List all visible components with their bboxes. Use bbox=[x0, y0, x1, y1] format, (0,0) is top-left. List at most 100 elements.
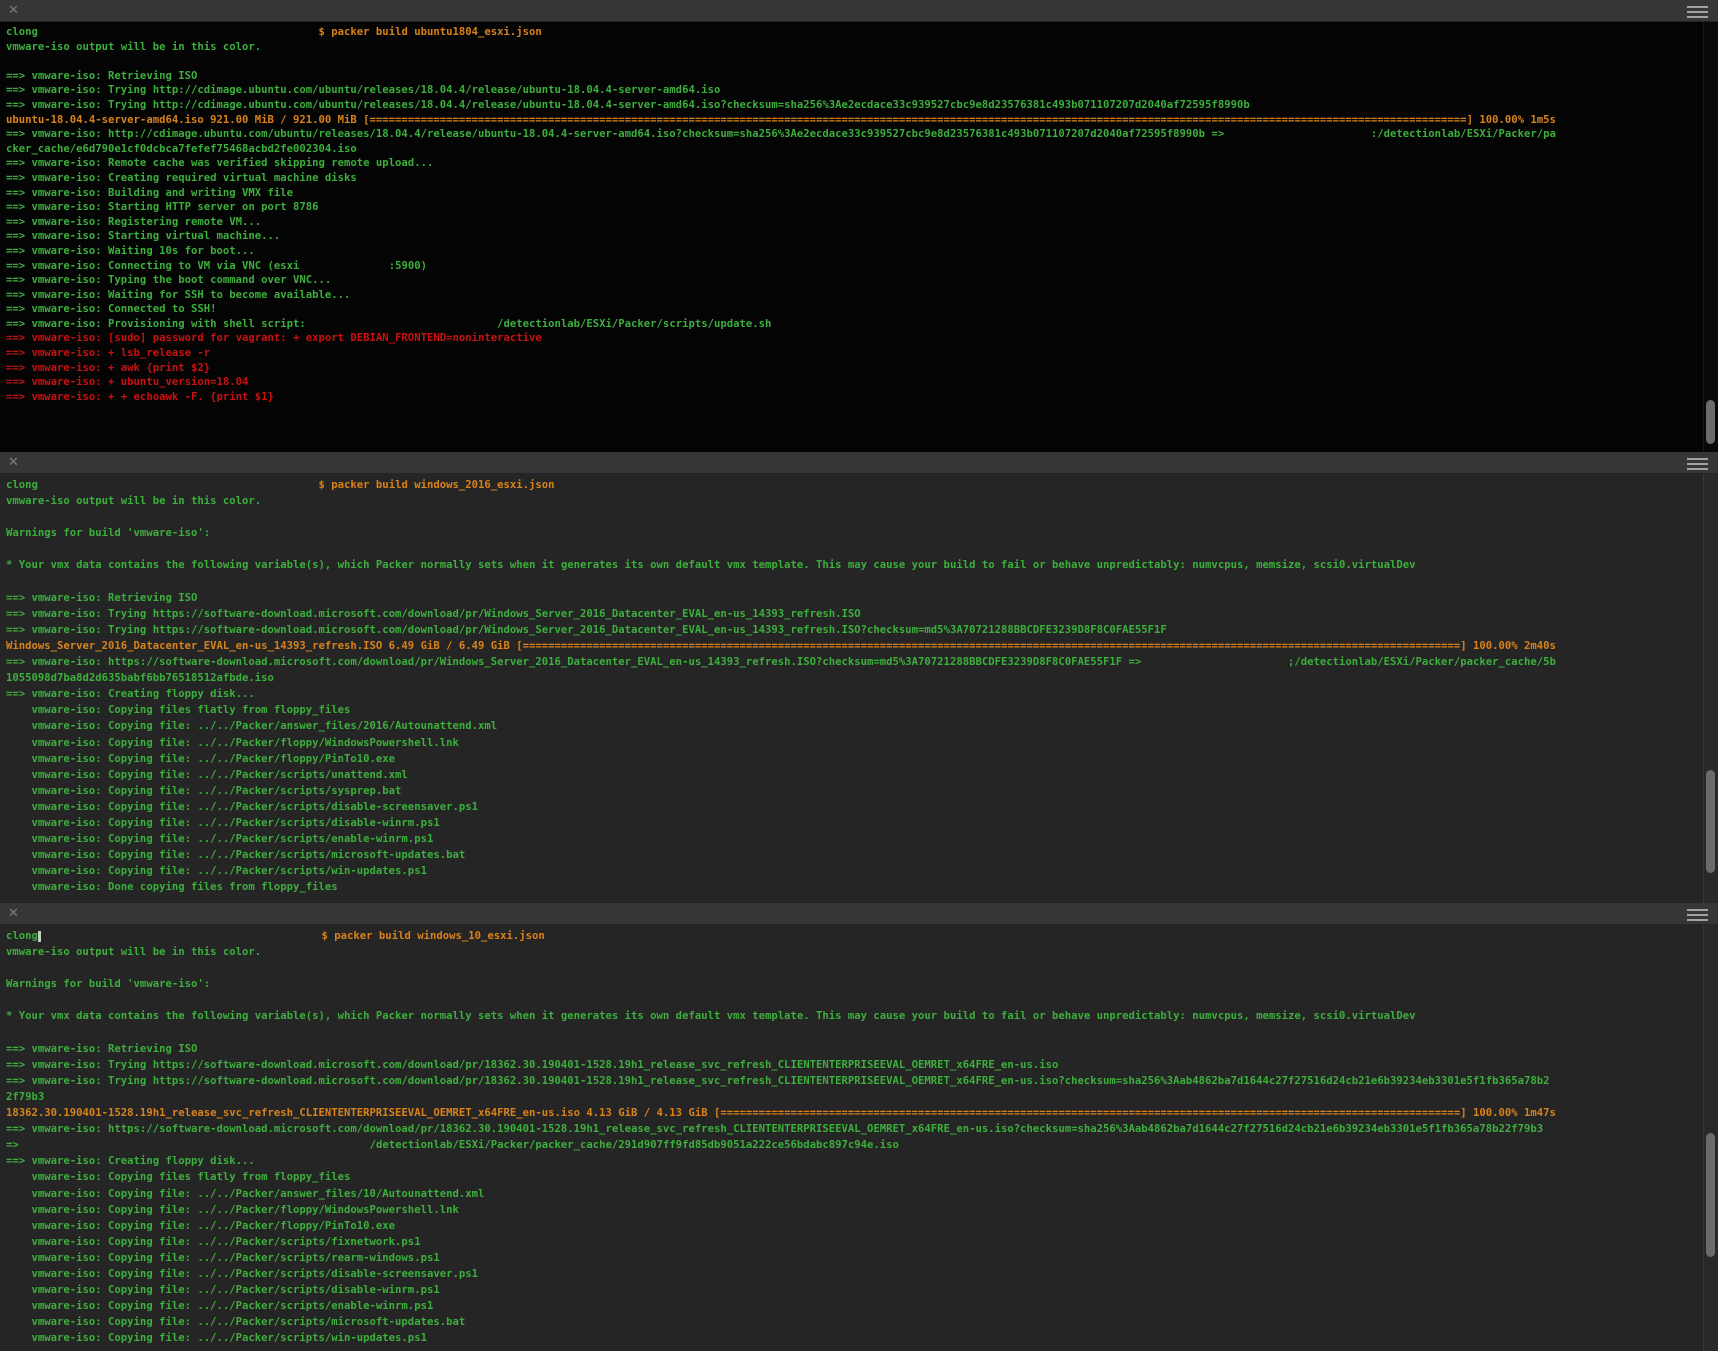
terminal-lines: clong $ packer build windows_10_esxi.jso… bbox=[6, 928, 1700, 1346]
menu-icon[interactable] bbox=[1687, 458, 1708, 470]
pane-titlebar: ✕ bbox=[0, 452, 1718, 474]
terminal-line: ==> vmware-iso: Provisioning with shell … bbox=[6, 317, 1700, 332]
terminal-line: ==> vmware-iso: Waiting for SSH to becom… bbox=[6, 288, 1700, 303]
terminal-line: vmware-iso: Done copying files from flop… bbox=[6, 879, 1700, 895]
terminal-line: ==> vmware-iso: Retrieving ISO bbox=[6, 590, 1700, 606]
terminal-line: vmware-iso: Copying file: ../../Packer/f… bbox=[6, 735, 1700, 751]
terminal-line: ==> vmware-iso: + lsb_release -r bbox=[6, 346, 1700, 361]
terminal-multiplexer: ✕ clong $ packer build ubuntu1804_esxi.j… bbox=[0, 0, 1718, 1351]
scrollbar bbox=[1703, 474, 1718, 903]
terminal-line: clong $ packer build windows_2016_esxi.j… bbox=[6, 477, 1700, 493]
scrollbar bbox=[1703, 22, 1718, 452]
terminal-output[interactable]: clong $ packer build windows_10_esxi.jso… bbox=[0, 925, 1718, 1351]
close-icon[interactable]: ✕ bbox=[8, 454, 19, 472]
terminal-line: ==> vmware-iso: Trying https://software-… bbox=[6, 606, 1700, 622]
terminal-line: vmware-iso: Copying files flatly from fl… bbox=[6, 702, 1700, 718]
terminal-line: Windows_Server_2016_Datacenter_EVAL_en-u… bbox=[6, 638, 1700, 654]
terminal-output[interactable]: clong $ packer build ubuntu1804_esxi.jso… bbox=[0, 22, 1718, 452]
terminal-line: ==> vmware-iso: Creating floppy disk... bbox=[6, 1153, 1700, 1169]
terminal-line: Warnings for build 'vmware-iso': bbox=[6, 976, 1700, 992]
terminal-line bbox=[6, 509, 1700, 525]
terminal-line: * Your vmx data contains the following v… bbox=[6, 557, 1700, 573]
terminal-line: ==> vmware-iso: Retrieving ISO bbox=[6, 69, 1700, 84]
terminal-line: vmware-iso: Copying file: ../../Packer/f… bbox=[6, 1218, 1700, 1234]
terminal-line: ==> vmware-iso: + ubuntu_version=18.04 bbox=[6, 375, 1700, 390]
terminal-line: ==> vmware-iso: Starting virtual machine… bbox=[6, 229, 1700, 244]
terminal-line: vmware-iso: Copying file: ../../Packer/s… bbox=[6, 767, 1700, 783]
terminal-output[interactable]: clong $ packer build windows_2016_esxi.j… bbox=[0, 474, 1718, 903]
terminal-line: vmware-iso: Copying file: ../../Packer/f… bbox=[6, 1202, 1700, 1218]
terminal-line: vmware-iso: Copying file: ../../Packer/a… bbox=[6, 718, 1700, 734]
terminal-lines: clong $ packer build ubuntu1804_esxi.jso… bbox=[6, 25, 1700, 404]
close-icon[interactable]: ✕ bbox=[8, 905, 19, 923]
terminal-line: ==> vmware-iso: Starting HTTP server on … bbox=[6, 200, 1700, 215]
terminal-line: ==> vmware-iso: Trying https://software-… bbox=[6, 1073, 1700, 1089]
terminal-line: 1055098d7ba8d2d635babf6bb76518512afbde.i… bbox=[6, 670, 1700, 686]
scrollbar-thumb[interactable] bbox=[1706, 400, 1715, 444]
terminal-line bbox=[6, 54, 1700, 69]
terminal-line: vmware-iso output will be in this color. bbox=[6, 40, 1700, 55]
terminal-line: ==> vmware-iso: http://cdimage.ubuntu.co… bbox=[6, 127, 1700, 142]
terminal-line: ==> vmware-iso: + + echoawk -F. {print $… bbox=[6, 390, 1700, 405]
terminal-line: vmware-iso: Copying file: ../../Packer/s… bbox=[6, 1266, 1700, 1282]
terminal-line: vmware-iso: Copying files flatly from fl… bbox=[6, 1169, 1700, 1185]
menu-icon[interactable] bbox=[1687, 909, 1708, 921]
terminal-line: ==> vmware-iso: Trying https://software-… bbox=[6, 622, 1700, 638]
terminal-line: clong $ packer build windows_10_esxi.jso… bbox=[6, 928, 1700, 944]
terminal-line: vmware-iso: Copying file: ../../Packer/s… bbox=[6, 847, 1700, 863]
terminal-line: ==> vmware-iso: Creating floppy disk... bbox=[6, 686, 1700, 702]
terminal-line: ==> vmware-iso: Building and writing VMX… bbox=[6, 186, 1700, 201]
terminal-line: vmware-iso: Copying file: ../../Packer/a… bbox=[6, 1186, 1700, 1202]
pane-titlebar: ✕ bbox=[0, 903, 1718, 925]
terminal-line bbox=[6, 960, 1700, 976]
terminal-pane-ubuntu1804: ✕ clong $ packer build ubuntu1804_esxi.j… bbox=[0, 0, 1718, 452]
terminal-line: ==> vmware-iso: Typing the boot command … bbox=[6, 273, 1700, 288]
terminal-line: ==> vmware-iso: Trying http://cdimage.ub… bbox=[6, 83, 1700, 98]
terminal-line: vmware-iso: Copying file: ../../Packer/s… bbox=[6, 1314, 1700, 1330]
terminal-line bbox=[6, 1025, 1700, 1041]
terminal-line: ==> vmware-iso: + awk {print $2} bbox=[6, 361, 1700, 376]
pane-titlebar: ✕ bbox=[0, 0, 1718, 22]
scrollbar-thumb[interactable] bbox=[1706, 1133, 1715, 1257]
terminal-line: clong $ packer build ubuntu1804_esxi.jso… bbox=[6, 25, 1700, 40]
scrollbar-thumb[interactable] bbox=[1706, 770, 1715, 873]
terminal-line: vmware-iso: Copying file: ../../Packer/s… bbox=[6, 831, 1700, 847]
terminal-line: ==> vmware-iso: Creating required virtua… bbox=[6, 171, 1700, 186]
terminal-line bbox=[6, 574, 1700, 590]
terminal-line: ==> vmware-iso: Registering remote VM... bbox=[6, 215, 1700, 230]
terminal-line bbox=[6, 541, 1700, 557]
terminal-line: ==> vmware-iso: https://software-downloa… bbox=[6, 654, 1700, 670]
terminal-line: => /detectionlab/ESXi/Packer/packer_cach… bbox=[6, 1137, 1700, 1153]
terminal-line: ==> vmware-iso: Trying http://cdimage.ub… bbox=[6, 98, 1700, 113]
terminal-line: ==> vmware-iso: Retrieving ISO bbox=[6, 1041, 1700, 1057]
terminal-line: vmware-iso: Copying file: ../../Packer/s… bbox=[6, 863, 1700, 879]
terminal-line: vmware-iso: Copying file: ../../Packer/s… bbox=[6, 1282, 1700, 1298]
terminal-line: ==> vmware-iso: [sudo] password for vagr… bbox=[6, 331, 1700, 346]
terminal-line: * Your vmx data contains the following v… bbox=[6, 1008, 1700, 1024]
terminal-line: vmware-iso: Copying file: ../../Packer/s… bbox=[6, 1250, 1700, 1266]
terminal-pane-windows2016: ✕ clong $ packer build windows_2016_esxi… bbox=[0, 452, 1718, 903]
scrollbar bbox=[1703, 925, 1718, 1351]
terminal-pane-windows10: ✕ clong $ packer build windows_10_esxi.j… bbox=[0, 903, 1718, 1351]
terminal-line: vmware-iso: Copying file: ../../Packer/s… bbox=[6, 1330, 1700, 1346]
terminal-line: ubuntu-18.04.4-server-amd64.iso 921.00 M… bbox=[6, 113, 1700, 128]
terminal-lines: clong $ packer build windows_2016_esxi.j… bbox=[6, 477, 1700, 895]
terminal-line: 2f79b3 bbox=[6, 1089, 1700, 1105]
terminal-line: vmware-iso output will be in this color. bbox=[6, 493, 1700, 509]
menu-icon[interactable] bbox=[1687, 6, 1708, 18]
terminal-line: vmware-iso output will be in this color. bbox=[6, 944, 1700, 960]
terminal-line: ==> vmware-iso: Connected to SSH! bbox=[6, 302, 1700, 317]
close-icon[interactable]: ✕ bbox=[8, 2, 19, 20]
terminal-line bbox=[6, 992, 1700, 1008]
terminal-line: ==> vmware-iso: Connecting to VM via VNC… bbox=[6, 259, 1700, 274]
terminal-line: vmware-iso: Copying file: ../../Packer/s… bbox=[6, 815, 1700, 831]
terminal-line: cker_cache/e6d790e1cf0dcbca7fefef75468ac… bbox=[6, 142, 1700, 157]
terminal-line: vmware-iso: Copying file: ../../Packer/s… bbox=[6, 1298, 1700, 1314]
terminal-line: vmware-iso: Copying file: ../../Packer/f… bbox=[6, 751, 1700, 767]
terminal-line: vmware-iso: Copying file: ../../Packer/s… bbox=[6, 783, 1700, 799]
terminal-line: ==> vmware-iso: Waiting 10s for boot... bbox=[6, 244, 1700, 259]
terminal-line: ==> vmware-iso: Trying https://software-… bbox=[6, 1057, 1700, 1073]
terminal-line: ==> vmware-iso: https://software-downloa… bbox=[6, 1121, 1700, 1137]
terminal-line: ==> vmware-iso: Remote cache was verifie… bbox=[6, 156, 1700, 171]
terminal-line: Warnings for build 'vmware-iso': bbox=[6, 525, 1700, 541]
